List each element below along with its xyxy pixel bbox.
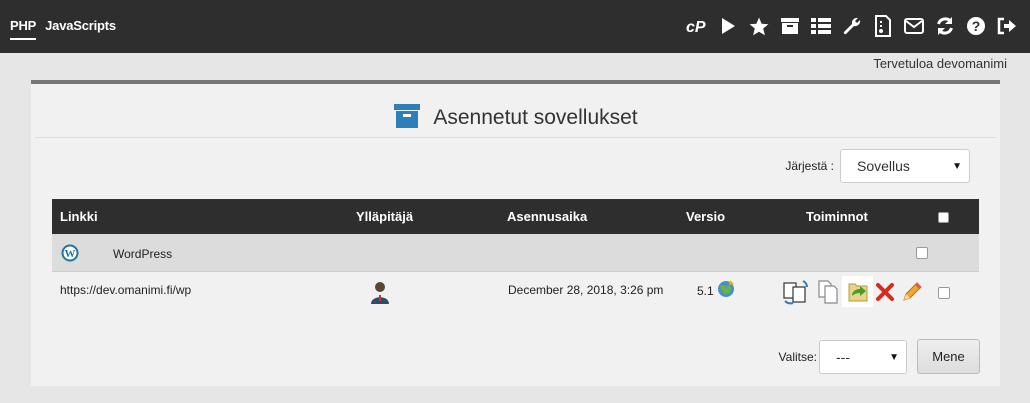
sort-select[interactable]: Sovellus ▼ [840,149,970,183]
install-date: December 28, 2018, 3:26 pm [508,283,664,297]
group-name: WordPress [113,247,173,261]
installations-table: Linkki Ylläpitäjä Asennusaika Versio Toi… [52,199,979,324]
admin-user-icon[interactable] [370,281,390,308]
welcome-text: Tervetuloa devomanimi [873,56,1007,71]
sort-select-value: Sovellus [857,158,910,174]
refresh-icon[interactable] [929,14,960,38]
nav-javascripts[interactable]: JavaScripts [45,18,116,40]
chevron-down-icon: ▼ [952,161,962,172]
import-icon[interactable] [842,276,873,307]
logout-icon[interactable] [991,14,1022,38]
svg-text:?: ? [971,18,980,34]
bulk-select-label: Valitse: [778,349,817,364]
install-link[interactable]: https://dev.omanimi.fi/wp [60,283,191,297]
wrench-icon[interactable] [836,14,867,38]
archive-icon[interactable] [774,14,805,38]
table-header: Linkki Ylläpitäjä Asennusaika Versio Toi… [52,199,979,234]
clone-icon[interactable] [781,279,809,308]
top-icons: cP ? [681,14,1022,38]
bulk-action-select[interactable]: --- ▼ [819,339,907,374]
bulk-action-value: --- [836,348,850,365]
table-row: https://dev.omanimi.fi/wp December 28, 2… [52,272,979,324]
script-icon[interactable] [867,14,898,38]
col-installed: Asennusaika [507,209,588,224]
row-checkbox[interactable] [938,287,950,299]
edit-icon[interactable] [901,281,923,306]
cpanel-icon[interactable]: cP [681,14,712,38]
group-checkbox[interactable] [916,247,928,259]
sort-row: Järjestä : Sovellus ▼ [785,149,970,183]
update-globe-icon[interactable] [716,278,736,303]
sort-label: Järjestä : [785,159,834,173]
chevron-down-icon: ▼ [889,351,899,363]
archive-box-icon [393,102,421,133]
bulk-action-row: Valitse: --- ▼ Mene [779,339,980,374]
select-all-checkbox[interactable] [938,212,949,223]
go-button[interactable]: Mene [917,339,980,374]
version-number: 5.1 [697,284,714,298]
delete-icon[interactable] [875,282,895,305]
col-admin: Ylläpitäjä [356,209,414,224]
col-link: Linkki [60,209,98,224]
star-icon[interactable] [743,14,774,38]
svg-text:cP: cP [686,19,706,34]
page-title: Asennetut sovellukset [433,105,638,129]
copy-icon[interactable] [817,280,841,307]
help-icon[interactable]: ? [960,14,991,38]
list-icon[interactable] [805,14,836,38]
group-row-wordpress: W WordPress [52,234,979,272]
svg-text:W: W [65,248,76,260]
panel-header: Asennetut sovellukset [31,102,1000,133]
col-actions: Toiminnot [806,209,868,224]
wordpress-icon: W [61,244,79,265]
mail-icon[interactable] [898,14,929,38]
installed-apps-panel: Asennetut sovellukset Järjestä : Sovellu… [31,80,1000,386]
top-nav: PHP JavaScripts [10,18,116,40]
col-version: Versio [686,209,726,224]
top-bar: PHP JavaScripts cP ? [0,0,1030,53]
title-divider [35,137,996,138]
nav-php[interactable]: PHP [10,18,36,40]
play-icon[interactable] [712,14,743,38]
